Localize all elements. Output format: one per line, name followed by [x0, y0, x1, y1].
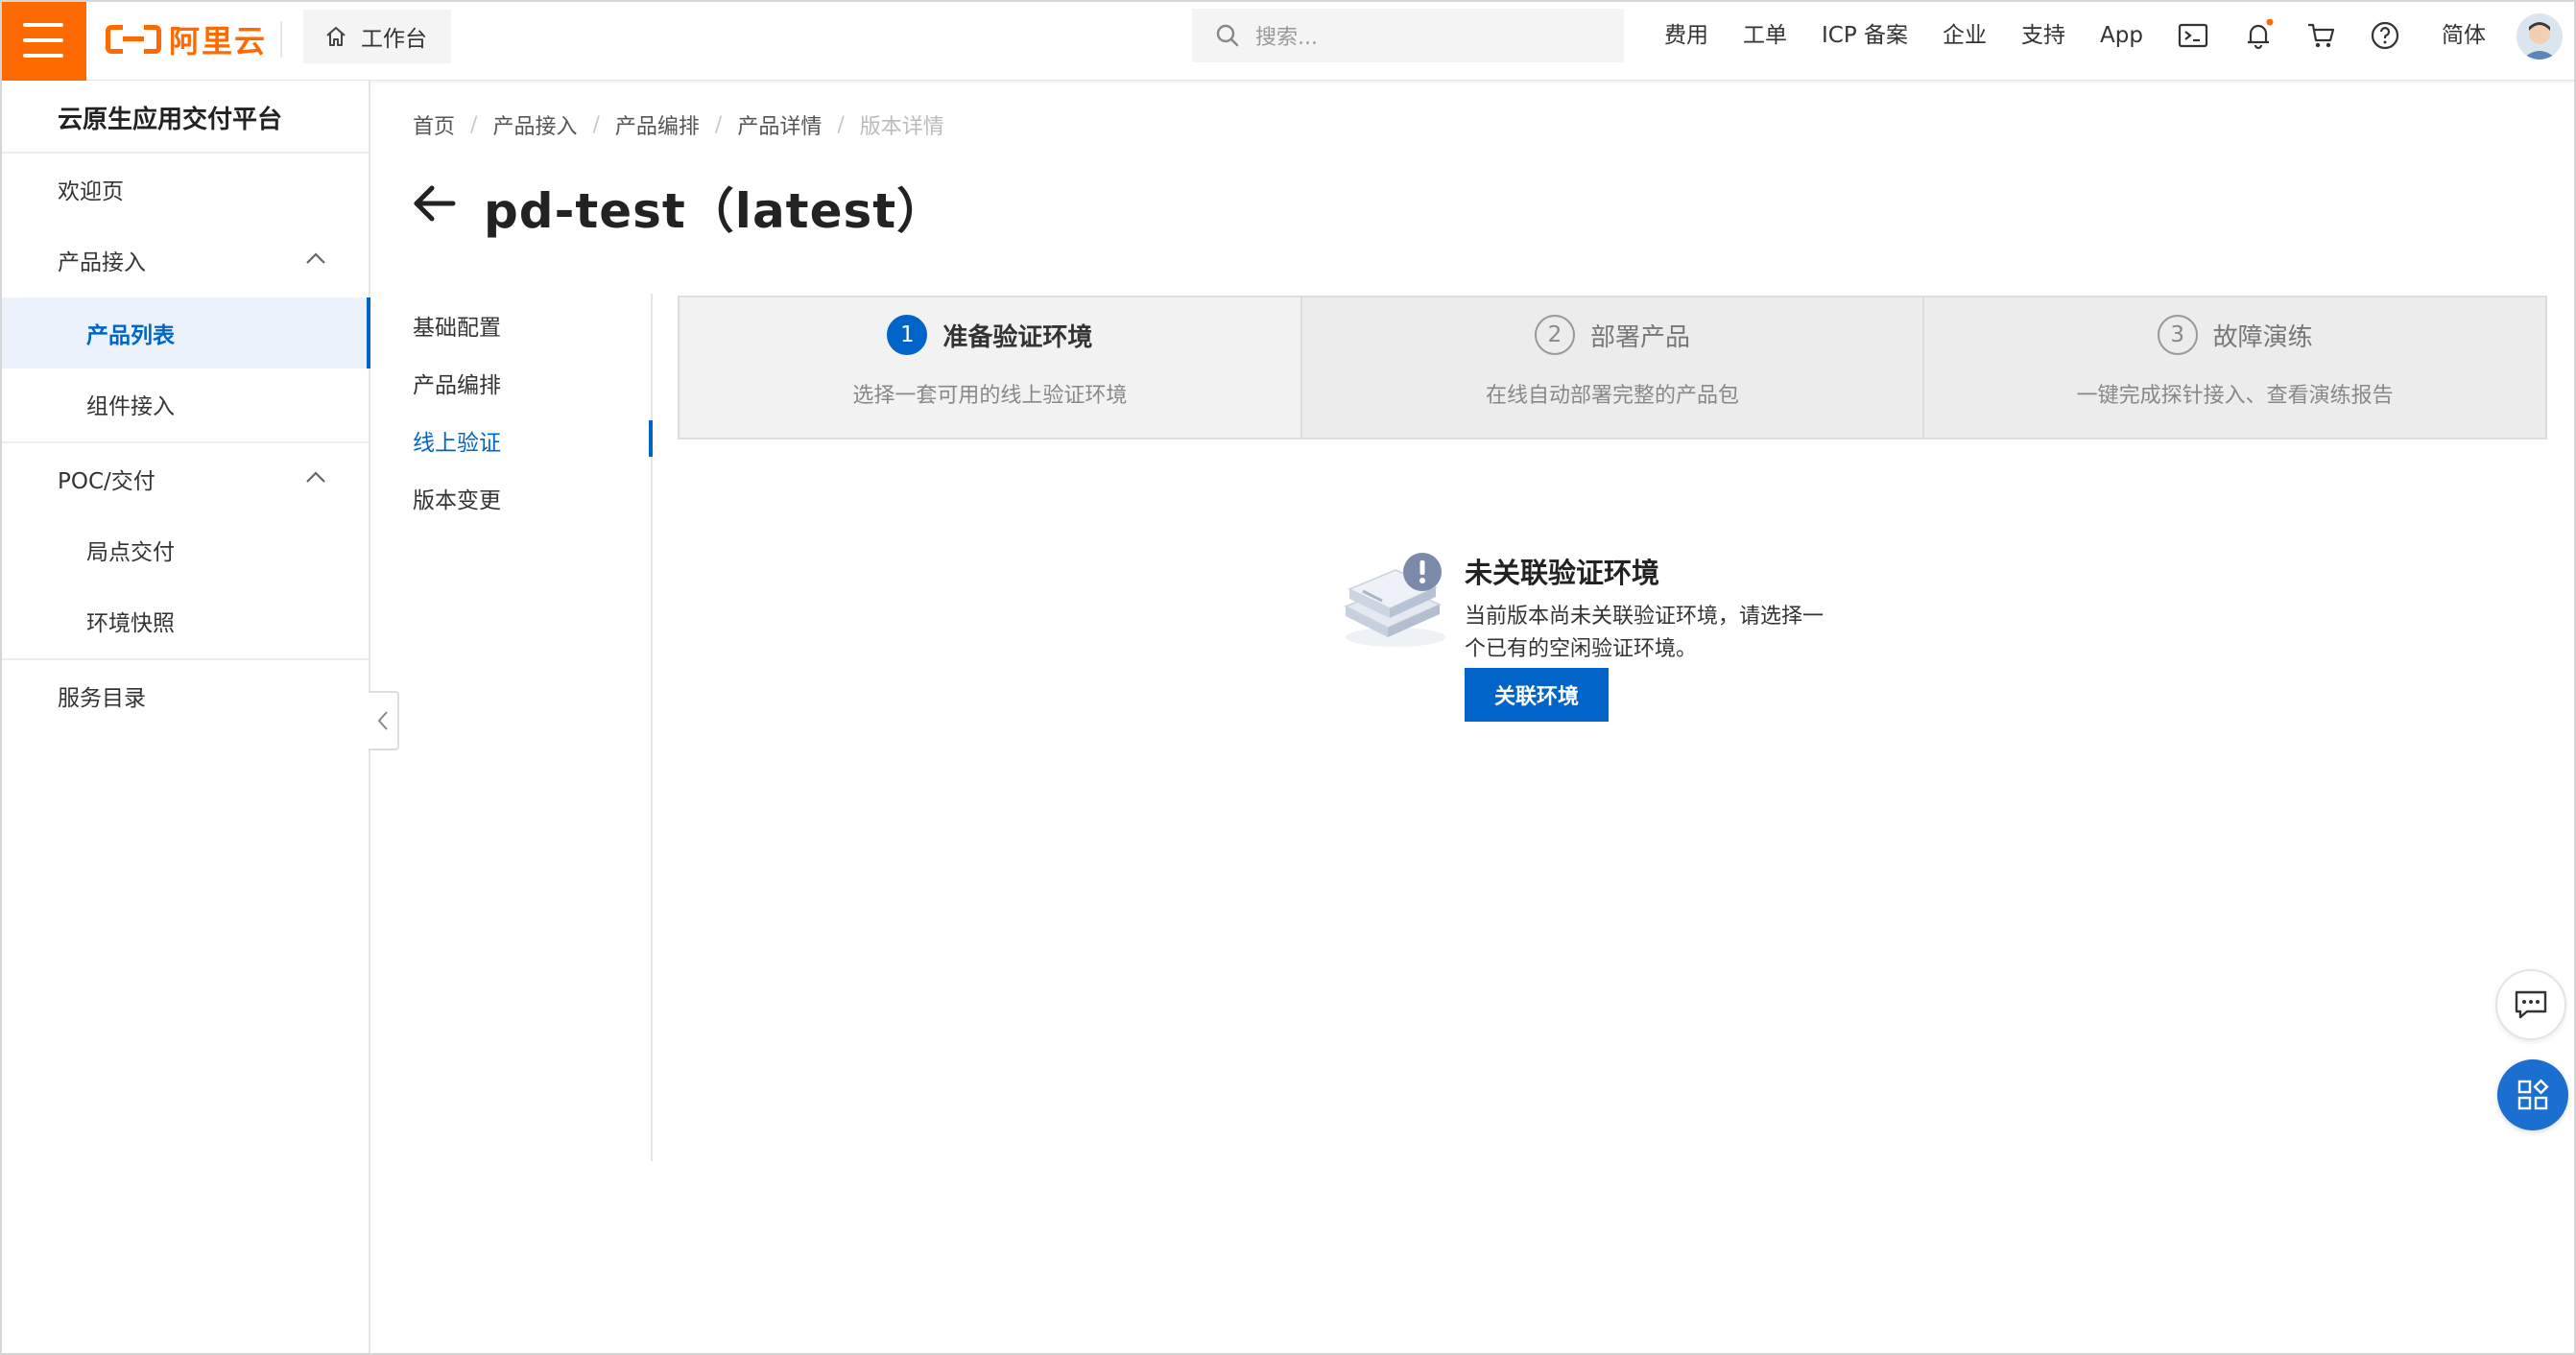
- help-icon[interactable]: [2369, 19, 2401, 52]
- sidebar-item-product-list[interactable]: 产品列表: [0, 297, 370, 368]
- nav-link-ticket[interactable]: 工单: [1743, 19, 1787, 52]
- nav-link-billing[interactable]: 费用: [1664, 19, 1708, 52]
- logo-text: 阿里云: [169, 23, 268, 59]
- sidebar-item-label: 组件接入: [86, 394, 175, 419]
- language-switch[interactable]: 简体: [2442, 19, 2486, 52]
- apps-grid-icon: [2517, 1079, 2549, 1110]
- notification-dot: [2266, 19, 2274, 26]
- menu-icon-line: [23, 38, 63, 42]
- step-number: 1: [887, 315, 928, 355]
- sidebar-item-label: 产品接入: [58, 250, 146, 275]
- home-icon: [326, 27, 346, 46]
- menu-icon-line: [23, 54, 63, 58]
- associate-environment-button[interactable]: 关联环境: [1465, 668, 1609, 722]
- empty-state-description: 当前版本尚未关联验证环境，请选择一个已有的空闲验证环境。: [1465, 605, 1825, 661]
- nav-link-enterprise[interactable]: 企业: [1943, 19, 1987, 52]
- aliyun-logo[interactable]: 阿里云: [106, 17, 267, 61]
- breadcrumb-product-detail[interactable]: 产品详情: [737, 109, 822, 140]
- sidebar-item-component-access[interactable]: 组件接入: [0, 368, 369, 440]
- search-icon: [1216, 24, 1239, 47]
- sidebar-item-label: POC/交付: [58, 469, 155, 494]
- workbench-label: 工作台: [361, 27, 427, 52]
- nav-link-icp[interactable]: ICP 备案: [1822, 19, 1908, 52]
- breadcrumb-version-detail: 版本详情: [859, 115, 944, 139]
- empty-state-title: 未关联验证环境: [1465, 557, 1660, 589]
- sidebar-item-service-catalog[interactable]: 服务目录: [0, 660, 369, 731]
- breadcrumb-separator: /: [592, 112, 600, 137]
- top-navigation-bar: 阿里云 工作台 搜索... 费用 工单 ICP 备案 企业 支持 App 简体: [0, 0, 2576, 81]
- divider: [280, 21, 282, 58]
- menu-icon-line: [23, 23, 63, 27]
- empty-server-warning-icon: [1344, 553, 1445, 647]
- sidebar-item-local-delivery[interactable]: 局点交付: [0, 514, 369, 585]
- step-number: 2: [1535, 315, 1575, 355]
- sidebar-title: 云原生应用交付平台: [58, 106, 283, 134]
- breadcrumb-separator: /: [470, 112, 478, 137]
- breadcrumb: 首页 / 产品接入 / 产品编排 / 产品详情 / 版本详情: [413, 109, 944, 140]
- detail-subnav: 基础配置 产品编排 线上验证 版本变更: [370, 294, 653, 1161]
- sidebar-item-label: 欢迎页: [58, 179, 124, 204]
- breadcrumb-product-access[interactable]: 产品接入: [492, 109, 577, 140]
- steps-bar: 1 准备验证环境 选择一套可用的线上验证环境 2 部署产品 在线自动部署完整的产…: [678, 296, 2548, 440]
- cart-icon[interactable]: [2305, 19, 2338, 52]
- chevron-up-icon: [306, 252, 325, 264]
- subnav-orchestration[interactable]: 产品编排: [413, 367, 501, 399]
- step-title: 部署产品: [1590, 322, 1691, 352]
- subnav-online-verify[interactable]: 线上验证: [413, 424, 501, 457]
- avatar-image: [2516, 13, 2563, 59]
- sidebar-item-welcome[interactable]: 欢迎页: [0, 154, 369, 225]
- step-prepare-env[interactable]: 1 准备验证环境 选择一套可用的线上验证环境: [678, 296, 1302, 440]
- sidebar-item-label: 环境快照: [86, 611, 175, 636]
- chat-icon: [2515, 990, 2547, 1019]
- sidebar-item-env-snapshot[interactable]: 环境快照: [0, 585, 369, 656]
- search-placeholder: 搜索...: [1255, 26, 1318, 50]
- sidebar-item-label: 服务目录: [58, 686, 146, 711]
- page-title: pd-test（latest）: [484, 183, 946, 239]
- breadcrumb-product-orchestration[interactable]: 产品编排: [615, 109, 700, 140]
- nav-link-app[interactable]: App: [2100, 19, 2143, 52]
- hamburger-menu-button[interactable]: [0, 0, 86, 81]
- step-title: 故障演练: [2212, 322, 2313, 352]
- sidebar-item-label: 局点交付: [86, 540, 175, 565]
- empty-state: 未关联验证环境 当前版本尚未关联验证环境，请选择一个已有的空闲验证环境。 关联环…: [1340, 549, 1839, 731]
- subnav-active-indicator: [649, 420, 653, 457]
- search-input[interactable]: 搜索...: [1192, 9, 1624, 62]
- step-description: 选择一套可用的线上验证环境: [852, 384, 1128, 408]
- step-deploy-product[interactable]: 2 部署产品 在线自动部署完整的产品包: [1300, 296, 1925, 440]
- feedback-chat-button[interactable]: [2495, 969, 2566, 1040]
- sidebar: 云原生应用交付平台 欢迎页 产品接入 产品列表 组件接入 POC/交付 局点交付…: [0, 81, 370, 1355]
- subnav-version-change[interactable]: 版本变更: [413, 482, 501, 514]
- sidebar-item-label: 产品列表: [86, 323, 175, 348]
- aliyun-logo-icon: [106, 25, 161, 54]
- bell-icon[interactable]: [2242, 19, 2275, 52]
- sidebar-group-poc-delivery[interactable]: POC/交付: [0, 443, 369, 514]
- step-description: 在线自动部署完整的产品包: [1486, 384, 1740, 408]
- terminal-icon[interactable]: [2177, 19, 2209, 52]
- step-number: 3: [2157, 315, 2198, 355]
- step-description: 一键完成探针接入、查看演练报告: [2076, 384, 2394, 408]
- chevron-up-icon: [306, 471, 325, 483]
- apps-menu-button[interactable]: [2497, 1059, 2568, 1130]
- workbench-button[interactable]: 工作台: [303, 10, 451, 63]
- step-fault-drill[interactable]: 3 故障演练 一键完成探针接入、查看演练报告: [1922, 296, 2548, 440]
- user-avatar[interactable]: [2516, 13, 2563, 59]
- subnav-basic-config[interactable]: 基础配置: [413, 309, 501, 342]
- sidebar-group-product-access[interactable]: 产品接入: [0, 225, 369, 296]
- step-title: 准备验证环境: [942, 322, 1093, 352]
- breadcrumb-home[interactable]: 首页: [413, 109, 455, 140]
- breadcrumb-separator: /: [714, 112, 723, 137]
- back-arrow-icon[interactable]: [411, 182, 457, 225]
- breadcrumb-separator: /: [837, 112, 845, 137]
- nav-link-support[interactable]: 支持: [2021, 19, 2065, 52]
